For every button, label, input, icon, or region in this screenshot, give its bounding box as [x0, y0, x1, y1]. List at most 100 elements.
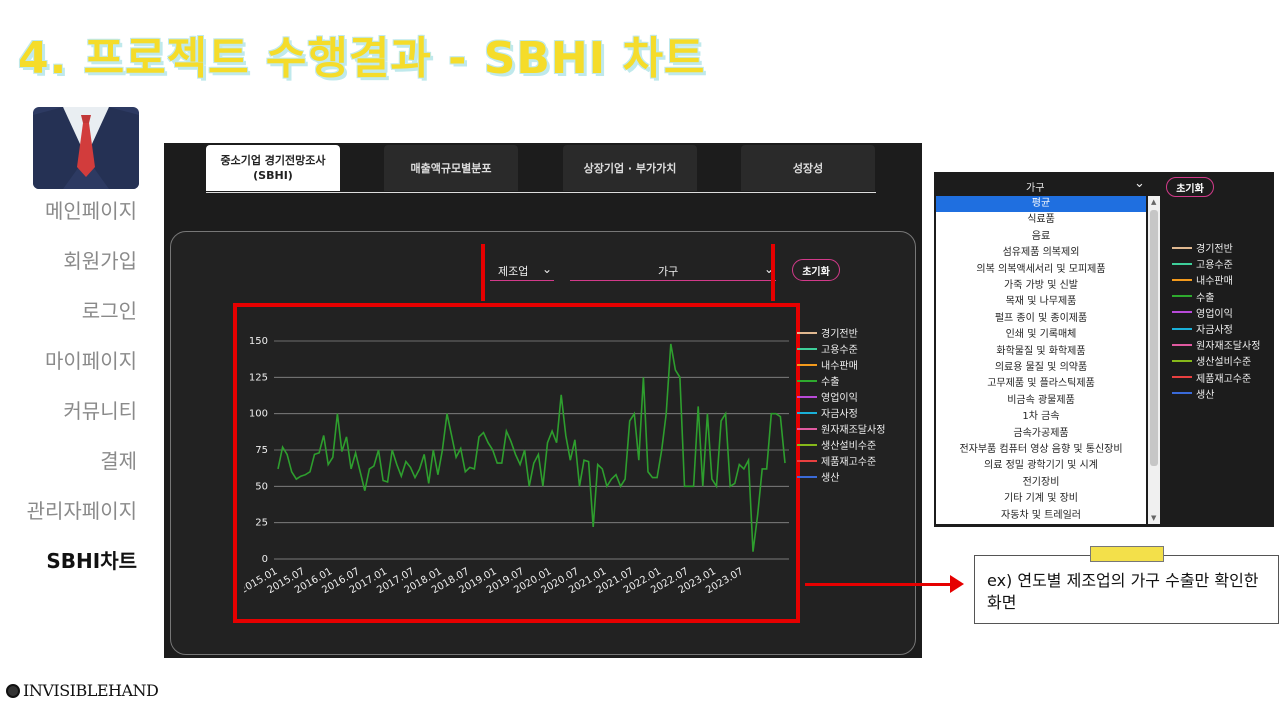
reset-button[interactable]: 초기화 — [792, 259, 840, 281]
nav-item[interactable]: SBHI차트 — [46, 545, 137, 574]
legend-label: 제품재고수준 — [1196, 373, 1252, 385]
brand-logo: INVISIBLEHAND — [6, 681, 159, 700]
legend-swatch — [1172, 327, 1192, 330]
legend-swatch — [1172, 295, 1192, 298]
side-legend-item[interactable]: 자금사정 — [1172, 321, 1233, 336]
dropdown-option[interactable]: 화학물질 및 화학제품 — [936, 344, 1146, 360]
legend-item[interactable]: 수출 — [797, 373, 839, 388]
legend-label: 경기전반 — [821, 329, 858, 340]
legend-item[interactable]: 제품재고수준 — [797, 453, 876, 468]
legend-swatch — [797, 443, 817, 446]
chevron-down-icon[interactable]: ⌄ — [1134, 176, 1145, 191]
legend-item[interactable]: 원자재조달사정 — [797, 421, 885, 436]
side-legend-item[interactable]: 영업이익 — [1172, 305, 1233, 320]
legend-item[interactable]: 자금사정 — [797, 405, 858, 420]
filter-highlight-box — [481, 244, 775, 301]
dropdown-option[interactable]: 의료 정밀 광학기기 및 시계 — [936, 458, 1146, 474]
line-chart: 02550751001251502015.012015.072016.01201… — [244, 336, 789, 593]
dropdown-reset-button[interactable]: 초기화 — [1166, 177, 1214, 197]
legend-label: 내수판매 — [821, 361, 858, 372]
legend-label: 제품재고수준 — [821, 457, 877, 468]
legend-item[interactable]: 생산설비수준 — [797, 437, 876, 452]
nav-item[interactable]: 회원가입 — [63, 245, 137, 274]
dropdown-option[interactable]: 섬유제품 의복제외 — [936, 245, 1146, 261]
dropdown-scrollbar[interactable]: ▲ ▼ — [1148, 196, 1160, 524]
dropdown-option[interactable]: 금속가공제품 — [936, 426, 1146, 442]
dropdown-option[interactable]: 가죽 가방 및 신발 — [936, 278, 1146, 294]
dropdown-option[interactable]: 1차 금속 — [936, 409, 1146, 425]
legend-label: 자금사정 — [1196, 325, 1233, 336]
legend-swatch — [797, 459, 817, 462]
side-legend-item[interactable]: 고용수준 — [1172, 256, 1233, 271]
chart-legend: 경기전반 고용수준내수판매 수출영업이익 자금사정 원자재조달사정생산설비수준제품재고수… — [797, 325, 917, 485]
dropdown-option[interactable]: 의료용 물질 및 의약품 — [936, 360, 1146, 376]
scroll-up-icon[interactable]: ▲ — [1151, 198, 1156, 206]
side-legend-item[interactable]: 원자재조달사정 — [1172, 337, 1260, 352]
nav-item[interactable]: 결제 — [100, 445, 137, 474]
legend-label: 생산 — [821, 473, 840, 484]
dropdown-option[interactable]: 자동차 및 트레일러 — [936, 508, 1146, 524]
legend-swatch — [797, 379, 817, 382]
dropdown-selected-value: 가구 — [1026, 183, 1045, 194]
legend-label: 생산설비수준 — [821, 441, 877, 452]
y-tick-label: 25 — [255, 518, 268, 529]
legend-item[interactable]: 경기전반 — [797, 325, 858, 340]
legend-swatch — [1172, 359, 1192, 362]
nav-item[interactable]: 메인페이지 — [45, 195, 137, 224]
dropdown-option[interactable]: 펄프 종이 및 종이제품 — [936, 311, 1146, 327]
legend-swatch — [797, 411, 817, 414]
legend-swatch — [797, 347, 817, 350]
dropdown-option[interactable]: 비금속 광물제품 — [936, 393, 1146, 409]
legend-label: 영업이익 — [821, 393, 858, 404]
dropdown-option[interactable]: 전자부품 컴퓨터 영상 음향 및 통신장비 — [936, 442, 1146, 458]
side-legend-item[interactable]: 경기전반 — [1172, 240, 1233, 255]
tab-underline — [206, 192, 876, 193]
side-legend-item[interactable]: 생산 — [1172, 386, 1214, 401]
dropdown-option[interactable]: 평균 — [936, 196, 1146, 212]
dropdown-option[interactable]: 식료품 — [936, 212, 1146, 228]
legend-swatch — [1172, 246, 1192, 249]
y-tick-label: 75 — [255, 445, 268, 456]
legend-label: 수출 — [1196, 292, 1215, 304]
note-box: ex) 연도별 제조업의 가구 수출만 확인한 화면 — [974, 555, 1279, 624]
brand-name: INVISIBLEHAND — [23, 681, 159, 700]
y-tick-label: 125 — [249, 372, 268, 383]
tab-1[interactable]: 매출액규모별분포 — [384, 145, 518, 191]
dropdown-option[interactable]: 고무제품 및 플라스틱제품 — [936, 376, 1146, 392]
legend-label: 내수판매 — [1196, 276, 1233, 288]
tab-3[interactable]: 성장성 — [741, 145, 875, 191]
side-legend-item[interactable]: 수출 — [1172, 289, 1214, 304]
legend-label: 영업이익 — [1196, 308, 1233, 320]
side-legend-item[interactable]: 내수판매 — [1172, 272, 1233, 287]
side-legend-item[interactable]: 제품재고수준 — [1172, 370, 1251, 385]
legend-item[interactable]: 생산 — [797, 469, 839, 484]
scrollbar-thumb[interactable] — [1150, 210, 1158, 466]
scroll-down-icon[interactable]: ▼ — [1151, 514, 1156, 522]
legend-item[interactable]: 고용수준 — [797, 341, 858, 356]
nav-item[interactable]: 커뮤니티 — [63, 395, 137, 424]
nav-item[interactable]: 관리자페이지 — [27, 495, 137, 524]
dropdown-option[interactable]: 전기장비 — [936, 475, 1146, 491]
dropdown-option[interactable]: 인쇄 및 기록매체 — [936, 327, 1146, 343]
dropdown-panel: 가구 ⌄ 초기화 평균 식료품 음료 섬유제품 의복제외 의복 의복액세서리 및 모피제… — [934, 172, 1274, 527]
arrow-head-icon — [950, 575, 964, 593]
legend-label: 생산 — [1196, 389, 1215, 401]
tab-2[interactable]: 상장기업 · 부가가치 — [563, 145, 697, 191]
nav-item[interactable]: 로그인 — [82, 295, 137, 324]
legend-label: 생산설비수준 — [1196, 357, 1252, 369]
legend-swatch — [1172, 343, 1192, 346]
legend-item[interactable]: 내수판매 — [797, 357, 858, 372]
dropdown-option[interactable]: 목재 및 나무제품 — [936, 294, 1146, 310]
app-window: 중소기업 경기전망조사 (SBHI) 매출액규모별분포 상장기업 · 부가가치 성장성… — [164, 143, 922, 658]
suit-logo-icon — [33, 107, 139, 189]
nav-item[interactable]: 마이페이지 — [45, 345, 137, 374]
legend-swatch — [1172, 311, 1192, 314]
legend-item[interactable]: 영업이익 — [797, 389, 858, 404]
legend-label: 원자재조달사정 — [1196, 341, 1261, 353]
tab-0[interactable]: 중소기업 경기전망조사 (SBHI) — [206, 145, 340, 191]
dropdown-option[interactable]: 의복 의복액세서리 및 모피제품 — [936, 262, 1146, 278]
dropdown-option[interactable]: 음료 — [936, 229, 1146, 245]
dropdown-option[interactable]: 기타 기계 및 장비 — [936, 491, 1146, 507]
brand-mark-icon — [6, 683, 20, 698]
side-legend-item[interactable]: 생산설비수준 — [1172, 353, 1251, 368]
